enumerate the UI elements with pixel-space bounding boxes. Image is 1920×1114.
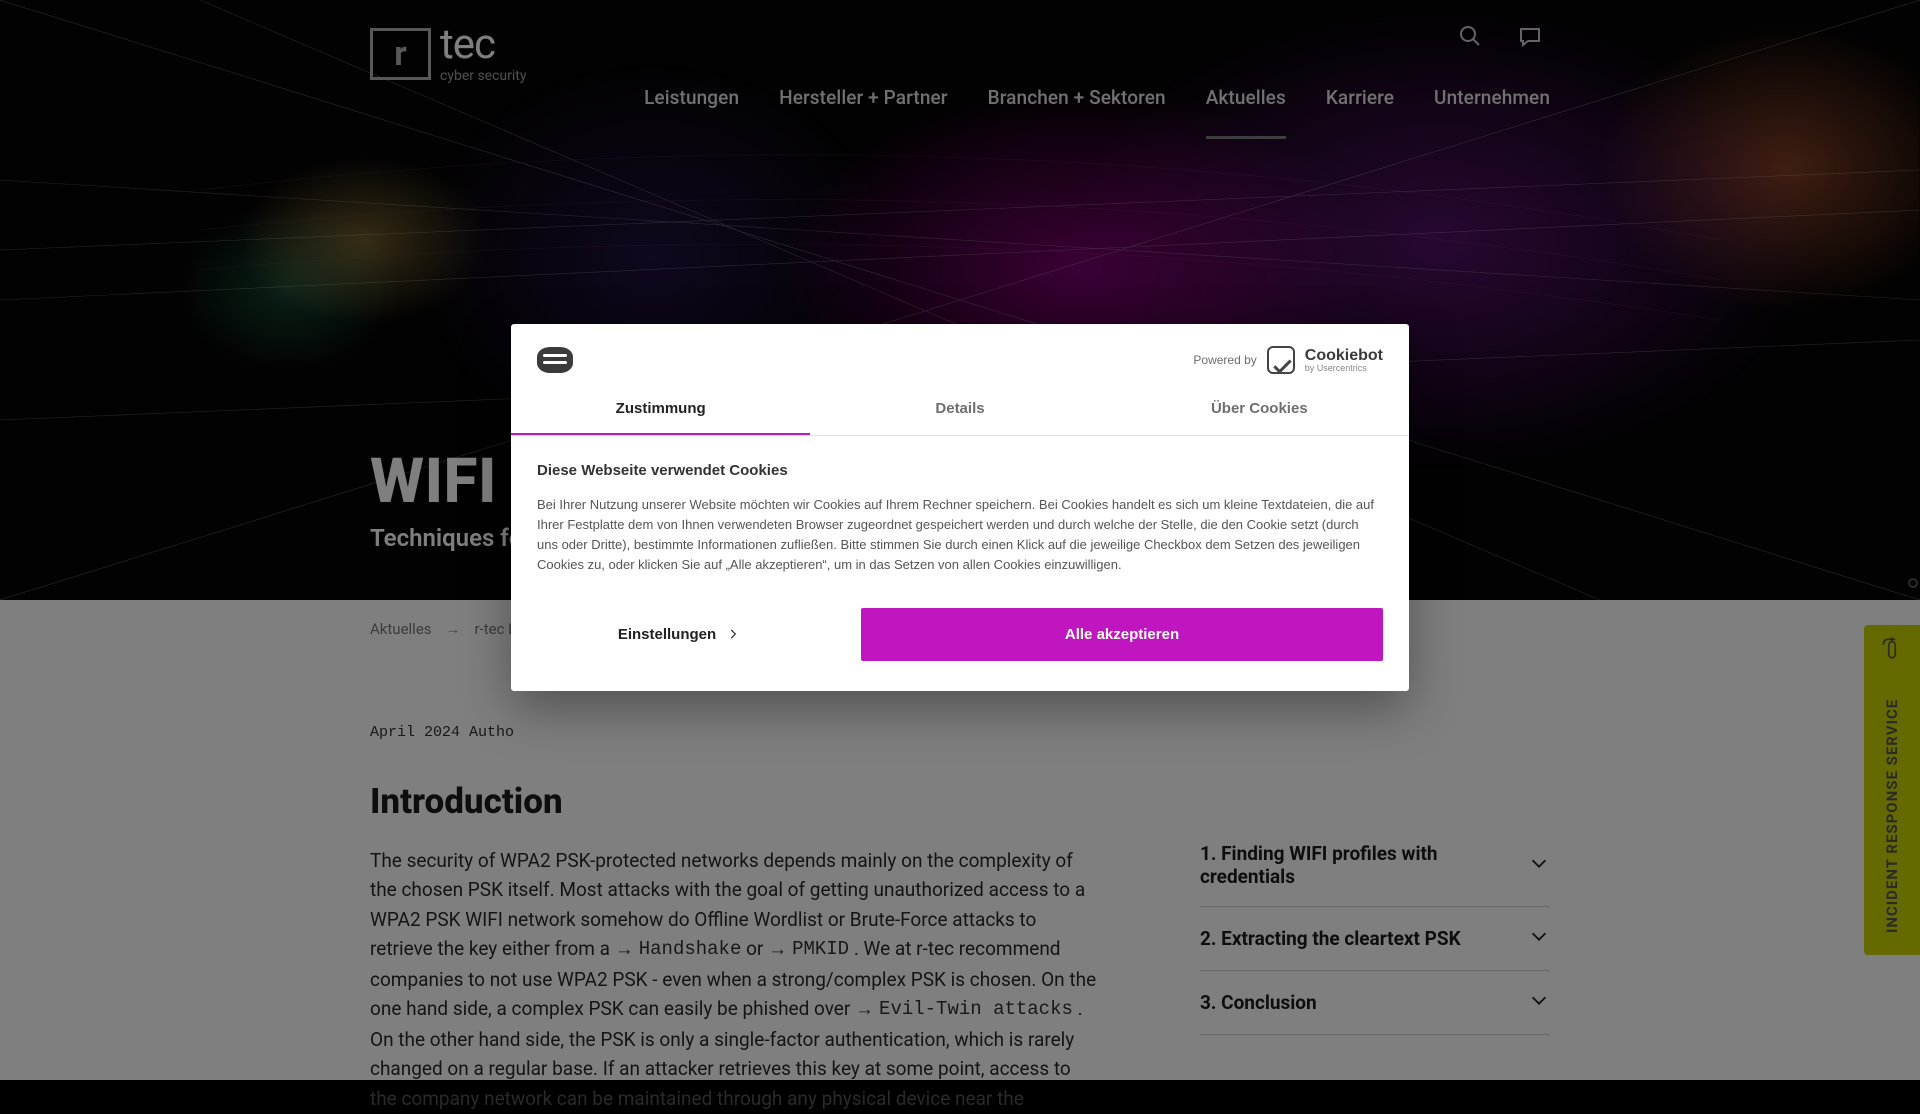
chevron-down-icon bbox=[1528, 852, 1550, 879]
brand-logo[interactable]: r tec cyber security bbox=[370, 24, 527, 84]
brand-name: tec bbox=[440, 24, 527, 66]
nav-leistungen[interactable]: Leistungen bbox=[644, 86, 739, 139]
link-handshake[interactable]: Handshake bbox=[615, 935, 742, 964]
cookiebot-sub: by Usercentrics bbox=[1305, 364, 1367, 373]
consent-tabs: Zustimmung Details Über Cookies bbox=[511, 384, 1409, 436]
breadcrumb-item[interactable]: Aktuelles bbox=[370, 620, 432, 638]
tab-zustimmung[interactable]: Zustimmung bbox=[511, 384, 810, 435]
toc-item-1[interactable]: 1. Finding WIFI profiles with credential… bbox=[1200, 824, 1550, 907]
incident-response-tab[interactable]: INCIDENT RESPONSE SERVICE bbox=[1864, 625, 1920, 955]
article-text: or bbox=[746, 937, 768, 960]
nav-branchen-sektoren[interactable]: Branchen + Sektoren bbox=[988, 86, 1166, 139]
consent-provider-logo bbox=[537, 347, 573, 373]
article-meta: April 2024 Autho bbox=[370, 724, 1100, 741]
chevron-down-icon bbox=[1528, 989, 1550, 1016]
nav-unternehmen[interactable]: Unternehmen bbox=[1434, 86, 1550, 139]
brand-mark: r bbox=[370, 28, 428, 80]
chevron-right-icon bbox=[726, 627, 740, 641]
article: April 2024 Autho Introduction The securi… bbox=[370, 724, 1100, 1113]
link-evil-twin[interactable]: Evil-Twin attacks bbox=[855, 995, 1073, 1024]
consent-body: Bei Ihrer Nutzung unserer Website möchte… bbox=[537, 495, 1383, 576]
chevron-down-icon bbox=[1528, 925, 1550, 952]
search-icon[interactable] bbox=[1458, 24, 1482, 52]
table-of-contents: 1. Finding WIFI profiles with credential… bbox=[1200, 724, 1550, 1113]
consent-heading: Diese Webseite verwendet Cookies bbox=[537, 462, 1383, 479]
toc-label: 2. Extracting the cleartext PSK bbox=[1200, 927, 1461, 950]
cookiebot-brand: Cookiebot bbox=[1305, 348, 1383, 364]
toc-label: 1. Finding WIFI profiles with credential… bbox=[1200, 842, 1528, 888]
cookie-consent-modal: Powered by Cookiebot by Usercentrics Zus… bbox=[511, 324, 1409, 691]
accept-all-button[interactable]: Alle akzeptieren bbox=[861, 608, 1383, 661]
cookiebot-icon bbox=[1267, 346, 1295, 374]
incident-response-label: INCIDENT RESPONSE SERVICE bbox=[1864, 691, 1920, 941]
settings-button[interactable]: Einstellungen bbox=[537, 610, 821, 659]
toc-label: 3. Conclusion bbox=[1200, 991, 1317, 1014]
link-pmkid[interactable]: PMKID bbox=[768, 935, 849, 964]
chevron-right-icon: → bbox=[446, 620, 461, 638]
nav-karriere[interactable]: Karriere bbox=[1326, 86, 1394, 139]
nav-aktuelles[interactable]: Aktuelles bbox=[1206, 86, 1286, 139]
page-title: WIFI bbox=[370, 445, 531, 518]
page-subtitle: Techniques for bbox=[370, 524, 531, 552]
toc-item-2[interactable]: 2. Extracting the cleartext PSK bbox=[1200, 907, 1550, 971]
nav-hersteller-partner[interactable]: Hersteller + Partner bbox=[779, 86, 947, 139]
tab-ueber-cookies[interactable]: Über Cookies bbox=[1110, 384, 1409, 435]
primary-nav: Leistungen Hersteller + Partner Branchen… bbox=[644, 86, 1550, 139]
fire-extinguisher-icon bbox=[1864, 635, 1920, 661]
cookiebot-branding[interactable]: Powered by Cookiebot by Usercentrics bbox=[1193, 346, 1383, 374]
tab-details[interactable]: Details bbox=[810, 384, 1109, 435]
settings-label: Einstellungen bbox=[618, 626, 716, 643]
section-heading: Introduction bbox=[370, 781, 1100, 822]
brand-sub: cyber security bbox=[440, 68, 527, 84]
scroll-indicator-icon bbox=[1908, 578, 1918, 588]
powered-by-label: Powered by bbox=[1193, 353, 1256, 367]
chat-icon[interactable] bbox=[1518, 24, 1542, 52]
article-body: The security of WPA2 PSK-protected netwo… bbox=[370, 846, 1100, 1113]
site-header: r tec cyber security Leistungen Herstell… bbox=[0, 0, 1920, 140]
toc-item-3[interactable]: 3. Conclusion bbox=[1200, 971, 1550, 1035]
